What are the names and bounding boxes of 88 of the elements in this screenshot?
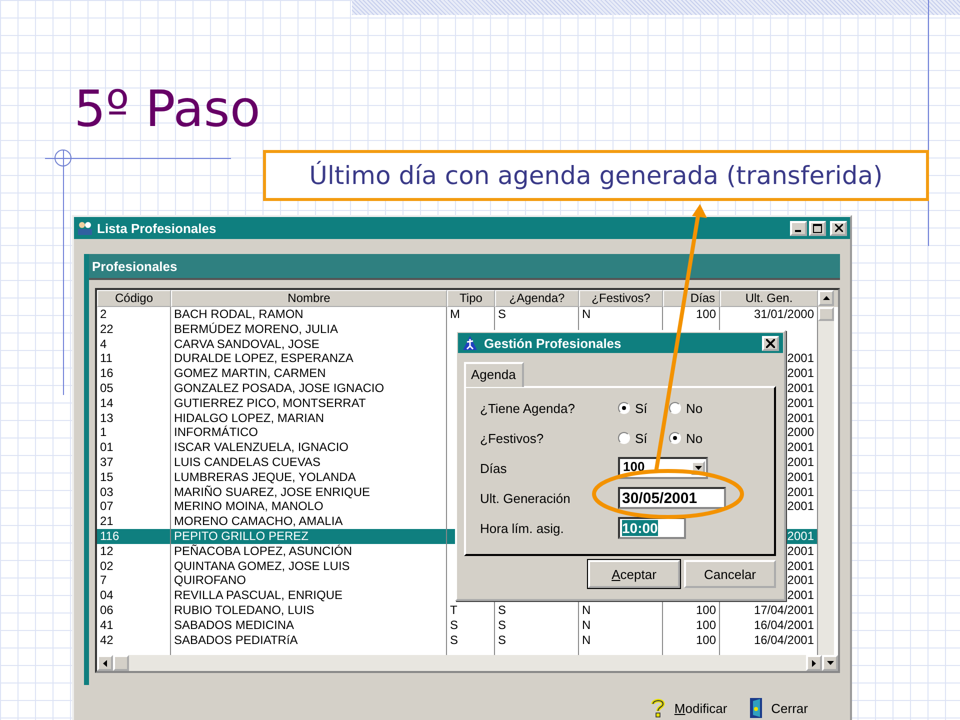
table-cell: 05 bbox=[100, 380, 114, 395]
table-cell: GONZALEZ POSADA, JOSE IGNACIO bbox=[174, 380, 384, 395]
table-cell: 2001 bbox=[787, 440, 814, 454]
table-cell: 116 bbox=[100, 528, 120, 543]
table-cell: 2001 bbox=[787, 544, 814, 558]
table-cell: GOMEZ MARTIN, CARMEN bbox=[174, 366, 326, 380]
table-cell: 2001 bbox=[787, 366, 814, 380]
panel-title: Profesionales bbox=[89, 254, 840, 280]
table-cell: M bbox=[450, 307, 460, 321]
table-cell: REVILLA PASCUAL, ENRIQUE bbox=[174, 588, 343, 602]
table-cell: 16/04/2001 bbox=[754, 618, 814, 632]
table-cell: 03 bbox=[100, 484, 114, 499]
table-cell: ISCAR VALENZUELA, IGNACIO bbox=[174, 440, 348, 454]
table-cell: SABADOS PEDIATRíA bbox=[174, 632, 298, 647]
table-cell: 2001 bbox=[787, 588, 814, 602]
dialog-title: Gestión Profesionales bbox=[484, 336, 622, 350]
table-cell: S bbox=[450, 618, 458, 632]
slide-title: 5º Paso bbox=[74, 82, 260, 137]
table-cell: LUMBRERAS JEQUE, YOLANDA bbox=[174, 470, 356, 484]
table-cell: 100 bbox=[696, 602, 716, 617]
table-cell: 02 bbox=[100, 558, 114, 573]
table-cell: T bbox=[450, 602, 458, 617]
table-cell: 2001 bbox=[787, 410, 814, 425]
table-cell: 100 bbox=[696, 632, 716, 647]
callout-text: Último día con agenda generada (transferida) bbox=[263, 150, 929, 201]
table-cell: N bbox=[582, 602, 591, 617]
table-cell: PEPITO GRILLO PEREZ bbox=[174, 528, 308, 543]
table-cell: 31/01/2000 bbox=[754, 307, 814, 321]
table-cell: 16/04/2001 bbox=[754, 632, 814, 647]
table-cell: DURALDE LOPEZ, ESPERANZA bbox=[174, 351, 354, 366]
table-cell: 2 bbox=[100, 307, 107, 321]
table-cell: BERMÚDEZ MORENO, JULIA bbox=[174, 322, 338, 336]
table-cell: BACH RODAL, RAMON bbox=[174, 307, 304, 321]
field-label: Hora lím. asig. bbox=[480, 520, 565, 536]
window-title: Lista Profesionales bbox=[97, 220, 216, 236]
table-cell: 100 bbox=[696, 307, 716, 321]
table-cell: 2001 bbox=[787, 528, 814, 543]
table-cell: 2001 bbox=[787, 484, 814, 499]
table-cell: 41 bbox=[100, 618, 114, 632]
table-cell: 2000 bbox=[787, 425, 814, 440]
table-cell: 11 bbox=[100, 351, 112, 366]
table-cell: 04 bbox=[100, 588, 114, 602]
table-cell: 13 bbox=[100, 410, 114, 425]
table-cell: HIDALGO LOPEZ, MARIAN bbox=[174, 410, 324, 425]
table-cell: 16 bbox=[100, 366, 114, 380]
table-cell: 2001 bbox=[787, 470, 814, 484]
table-cell: 2001 bbox=[787, 351, 814, 366]
table-cell: N bbox=[582, 632, 591, 647]
table-cell: N bbox=[582, 307, 591, 321]
table-cell: MERINO MOINA, MANOLO bbox=[174, 499, 324, 514]
table-cell: 4 bbox=[100, 336, 107, 351]
table-cell: SABADOS MEDICINA bbox=[174, 618, 294, 632]
table-cell: 2001 bbox=[787, 396, 814, 410]
table-cell: 7 bbox=[100, 573, 107, 588]
table-cell: LUIS CANDELAS CUEVAS bbox=[174, 454, 320, 469]
table-cell: 100 bbox=[696, 618, 716, 632]
table-cell: CARVA SANDOVAL, JOSE bbox=[174, 336, 320, 351]
table-cell: RUBIO TOLEDANO, LUIS bbox=[174, 602, 314, 617]
table-cell: 21 bbox=[100, 514, 114, 528]
table-cell: 42 bbox=[100, 632, 114, 647]
table-cell: INFORMÁTICO bbox=[174, 425, 258, 440]
table-cell: S bbox=[450, 632, 458, 647]
table-cell: N bbox=[582, 618, 591, 632]
table-cell: S bbox=[498, 307, 506, 321]
table-cell: S bbox=[498, 602, 506, 617]
table-cell: 2001 bbox=[787, 573, 814, 588]
table-cell: MARIÑO SUAREZ, JOSE ENRIQUE bbox=[174, 484, 370, 499]
table-cell: S bbox=[498, 632, 506, 647]
table-cell: 22 bbox=[100, 322, 114, 336]
table-cell: 01 bbox=[100, 440, 114, 454]
table-cell: 2001 bbox=[787, 558, 814, 573]
table-cell: QUINTANA GOMEZ, JOSE LUIS bbox=[174, 558, 350, 573]
table-cell: 37 bbox=[100, 454, 114, 469]
table-cell: 07 bbox=[100, 499, 114, 514]
table-cell: 1 bbox=[100, 425, 107, 440]
table-cell: MORENO CAMACHO, AMALIA bbox=[174, 514, 343, 528]
table-cell: 14 bbox=[100, 396, 114, 410]
table-cell: 2001 bbox=[787, 380, 814, 395]
table-cell: 06 bbox=[100, 602, 114, 617]
table-cell: QUIROFANO bbox=[174, 573, 246, 588]
table-cell: S bbox=[498, 618, 506, 632]
table-cell: PEÑACOBA LOPEZ, ASUNCIÓN bbox=[174, 544, 352, 558]
table-cell: 2001 bbox=[787, 499, 814, 514]
table-cell: 12 bbox=[100, 544, 114, 558]
table-cell: 2001 bbox=[787, 454, 814, 469]
table-cell: GUTIERREZ PICO, MONTSERRAT bbox=[174, 396, 366, 410]
table-cell: 17/04/2001 bbox=[754, 602, 814, 617]
table-cell: 15 bbox=[100, 470, 114, 484]
